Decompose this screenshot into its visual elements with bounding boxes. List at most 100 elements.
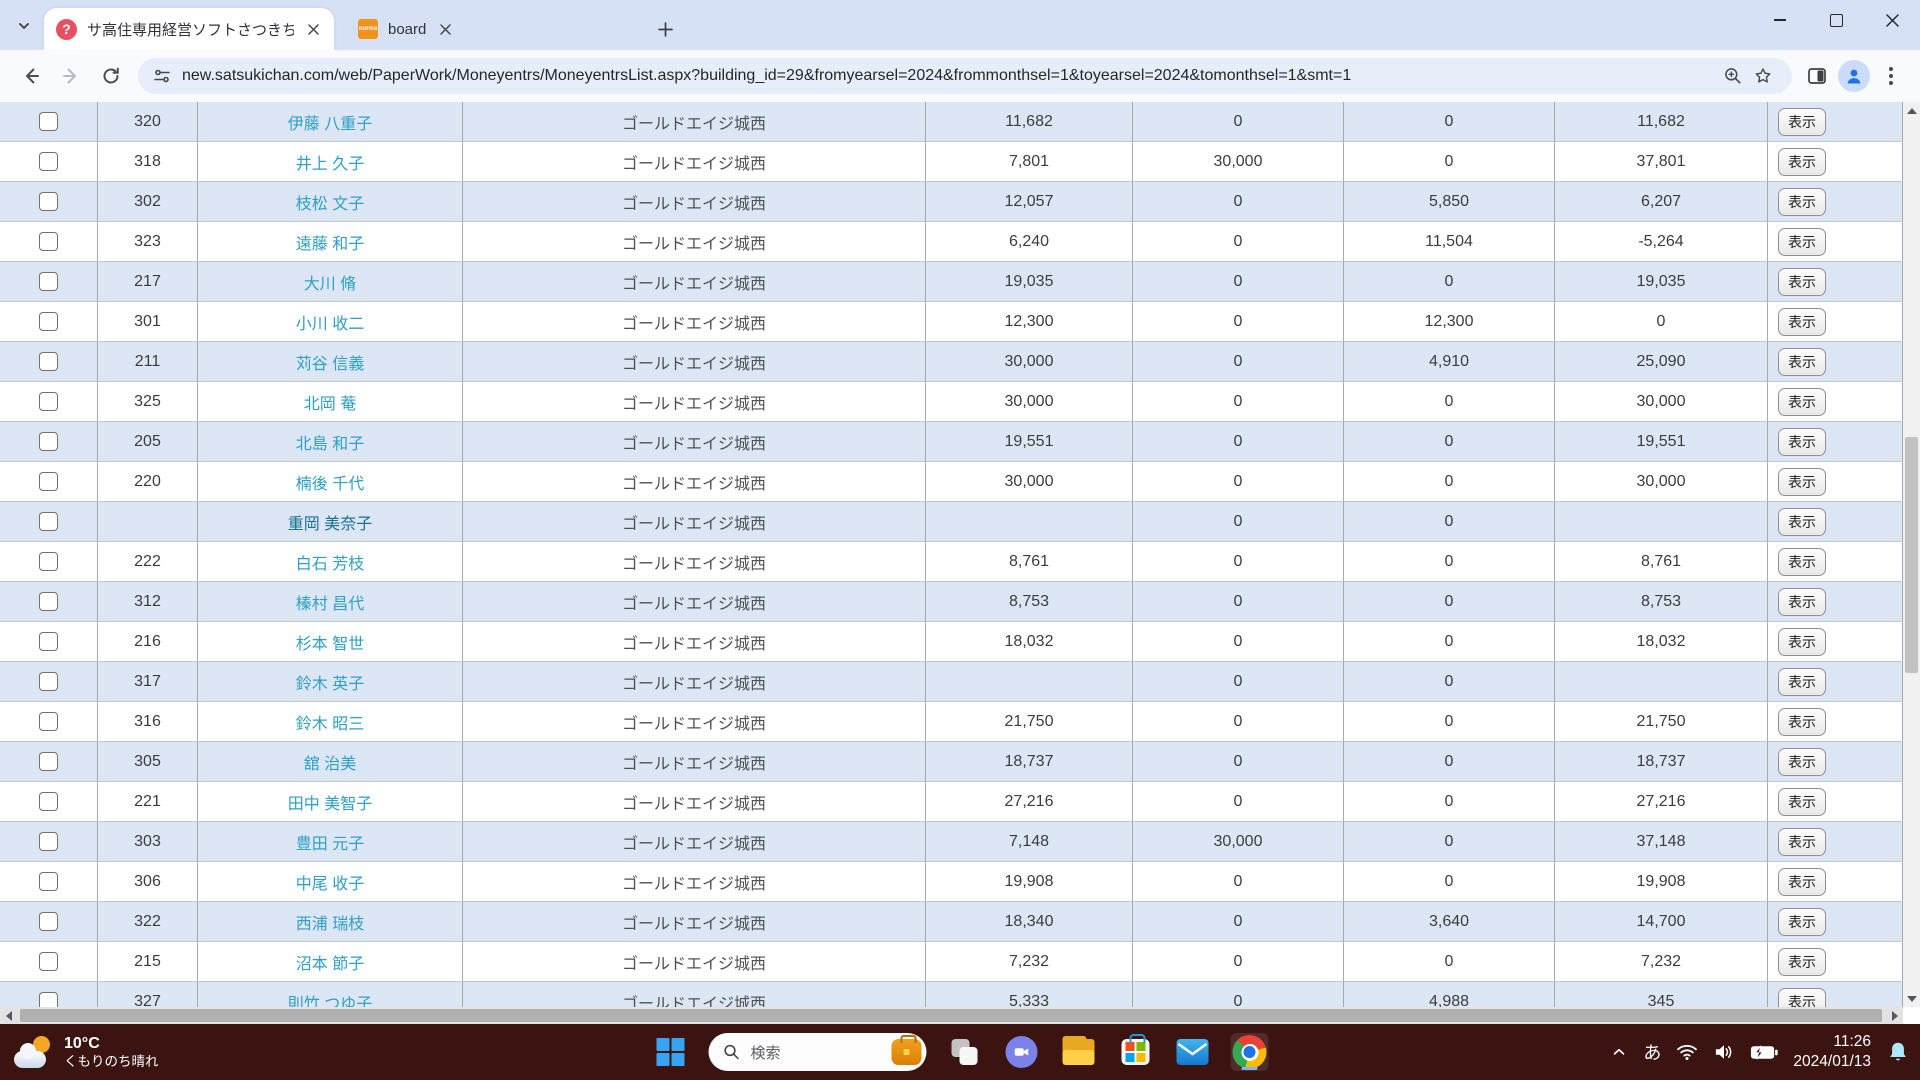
row-checkbox[interactable]	[39, 752, 58, 771]
resident-name-link[interactable]: 鈴木 英子	[296, 670, 364, 694]
row-checkbox[interactable]	[39, 832, 58, 851]
taskbar-search-box[interactable]: 検索	[708, 1033, 927, 1071]
show-button[interactable]: 表示	[1778, 107, 1826, 136]
resident-name-link[interactable]: 田中 美智子	[288, 790, 372, 814]
resident-name-link[interactable]: 西浦 瑞枝	[296, 910, 364, 934]
horizontal-scrollbar[interactable]	[0, 1007, 1903, 1024]
store-button[interactable]	[1117, 1033, 1155, 1071]
show-button[interactable]: 表示	[1778, 667, 1826, 696]
resident-name-link[interactable]: 沼本 節子	[296, 950, 364, 974]
tab-board[interactable]: norma board	[346, 8, 634, 50]
row-checkbox[interactable]	[39, 352, 58, 371]
vertical-scroll-thumb[interactable]	[1905, 437, 1918, 673]
scroll-right-arrow-icon[interactable]	[1886, 1007, 1903, 1024]
resident-name-link[interactable]: 杉本 智世	[296, 630, 364, 654]
resident-name-link[interactable]: 中尾 收子	[296, 870, 364, 894]
row-checkbox[interactable]	[39, 512, 58, 531]
mail-button[interactable]	[1174, 1033, 1212, 1071]
row-checkbox[interactable]	[39, 312, 58, 331]
scroll-down-arrow-icon[interactable]	[1903, 990, 1920, 1007]
resident-name-link[interactable]: 榛村 昌代	[296, 590, 364, 614]
row-checkbox[interactable]	[39, 152, 58, 171]
resident-name-link[interactable]: 遠藤 和子	[296, 230, 364, 254]
show-button[interactable]: 表示	[1778, 987, 1826, 1007]
row-checkbox[interactable]	[39, 632, 58, 651]
ime-indicator[interactable]: あ	[1643, 1039, 1661, 1065]
show-button[interactable]: 表示	[1778, 747, 1826, 776]
wifi-icon[interactable]	[1676, 1043, 1698, 1061]
row-checkbox[interactable]	[39, 712, 58, 731]
resident-name-link[interactable]: 楠後 千代	[296, 470, 364, 494]
show-button[interactable]: 表示	[1778, 867, 1826, 896]
taskbar-clock[interactable]: 11:26 2024/01/13	[1793, 1032, 1871, 1072]
show-button[interactable]: 表示	[1778, 267, 1826, 296]
tab-close-icon[interactable]	[436, 20, 454, 38]
row-checkbox[interactable]	[39, 392, 58, 411]
vertical-scrollbar[interactable]	[1903, 102, 1920, 1007]
minimize-button[interactable]	[1752, 0, 1808, 40]
row-checkbox[interactable]	[39, 592, 58, 611]
new-tab-button[interactable]	[652, 16, 678, 42]
start-button[interactable]	[652, 1033, 690, 1071]
address-bar[interactable]: new.satsukichan.com/web/PaperWork/Moneye…	[138, 58, 1792, 94]
show-button[interactable]: 表示	[1778, 707, 1826, 736]
profile-avatar-icon[interactable]	[1838, 60, 1870, 92]
show-button[interactable]: 表示	[1778, 947, 1826, 976]
show-button[interactable]: 表示	[1778, 827, 1826, 856]
tab-satsukichan[interactable]: ? サ高住専用経営ソフトさつきちゃん	[44, 8, 334, 50]
close-button[interactable]	[1864, 0, 1920, 40]
show-button[interactable]: 表示	[1778, 467, 1826, 496]
search-highlight-briefcase-icon[interactable]	[891, 1035, 922, 1065]
show-button[interactable]: 表示	[1778, 787, 1826, 816]
row-checkbox[interactable]	[39, 872, 58, 891]
row-checkbox[interactable]	[39, 792, 58, 811]
row-checkbox[interactable]	[39, 112, 58, 131]
resident-name-link[interactable]: 鈴木 昭三	[296, 710, 364, 734]
resident-name-link[interactable]: 枝松 文子	[296, 190, 364, 214]
resident-name-link[interactable]: 苅谷 信義	[296, 350, 364, 374]
row-checkbox[interactable]	[39, 552, 58, 571]
resident-name-link[interactable]: 井上 久子	[296, 150, 364, 174]
scroll-left-arrow-icon[interactable]	[0, 1007, 17, 1024]
row-checkbox[interactable]	[39, 992, 58, 1007]
resident-name-link[interactable]: 舘 治美	[304, 750, 356, 774]
battery-icon[interactable]	[1750, 1044, 1779, 1060]
horizontal-scroll-thumb[interactable]	[20, 1009, 1882, 1022]
bookmark-button[interactable]	[1748, 61, 1778, 91]
chat-button[interactable]	[1003, 1033, 1041, 1071]
show-button[interactable]: 表示	[1778, 627, 1826, 656]
url[interactable]: new.satsukichan.com/web/PaperWork/Moneye…	[182, 67, 1718, 85]
menu-kebab-icon[interactable]	[1876, 61, 1906, 91]
resident-name-link[interactable]: 伊藤 八重子	[288, 110, 372, 134]
speaker-icon[interactable]	[1713, 1043, 1735, 1061]
file-explorer-button[interactable]	[1060, 1033, 1098, 1071]
notification-bell-icon[interactable]	[1886, 1040, 1910, 1064]
maximize-button[interactable]	[1808, 0, 1864, 40]
show-button[interactable]: 表示	[1778, 227, 1826, 256]
zoom-button[interactable]	[1718, 61, 1748, 91]
resident-name-link[interactable]: 則竹 つゆ子	[288, 990, 372, 1008]
side-panel-button[interactable]	[1802, 61, 1832, 91]
tray-chevron-up-icon[interactable]	[1610, 1043, 1628, 1061]
resident-name-link[interactable]: 北岡 菴	[304, 390, 356, 414]
resident-name-link[interactable]: 重岡 美奈子	[288, 510, 372, 534]
show-button[interactable]: 表示	[1778, 347, 1826, 376]
resident-name-link[interactable]: 豊田 元子	[296, 830, 364, 854]
show-button[interactable]: 表示	[1778, 187, 1826, 216]
row-checkbox[interactable]	[39, 432, 58, 451]
forward-button[interactable]	[54, 59, 88, 93]
resident-name-link[interactable]: 小川 收二	[296, 310, 364, 334]
show-button[interactable]: 表示	[1778, 307, 1826, 336]
resident-name-link[interactable]: 北島 和子	[296, 430, 364, 454]
weather-widget[interactable]: 10°C くもりのち晴れ	[14, 1024, 159, 1080]
task-view-button[interactable]	[946, 1033, 984, 1071]
show-button[interactable]: 表示	[1778, 587, 1826, 616]
resident-name-link[interactable]: 白石 芳枝	[296, 550, 364, 574]
reload-button[interactable]	[94, 59, 128, 93]
show-button[interactable]: 表示	[1778, 907, 1826, 936]
row-checkbox[interactable]	[39, 912, 58, 931]
show-button[interactable]: 表示	[1778, 387, 1826, 416]
row-checkbox[interactable]	[39, 472, 58, 491]
show-button[interactable]: 表示	[1778, 147, 1826, 176]
resident-name-link[interactable]: 大川 脩	[304, 270, 356, 294]
